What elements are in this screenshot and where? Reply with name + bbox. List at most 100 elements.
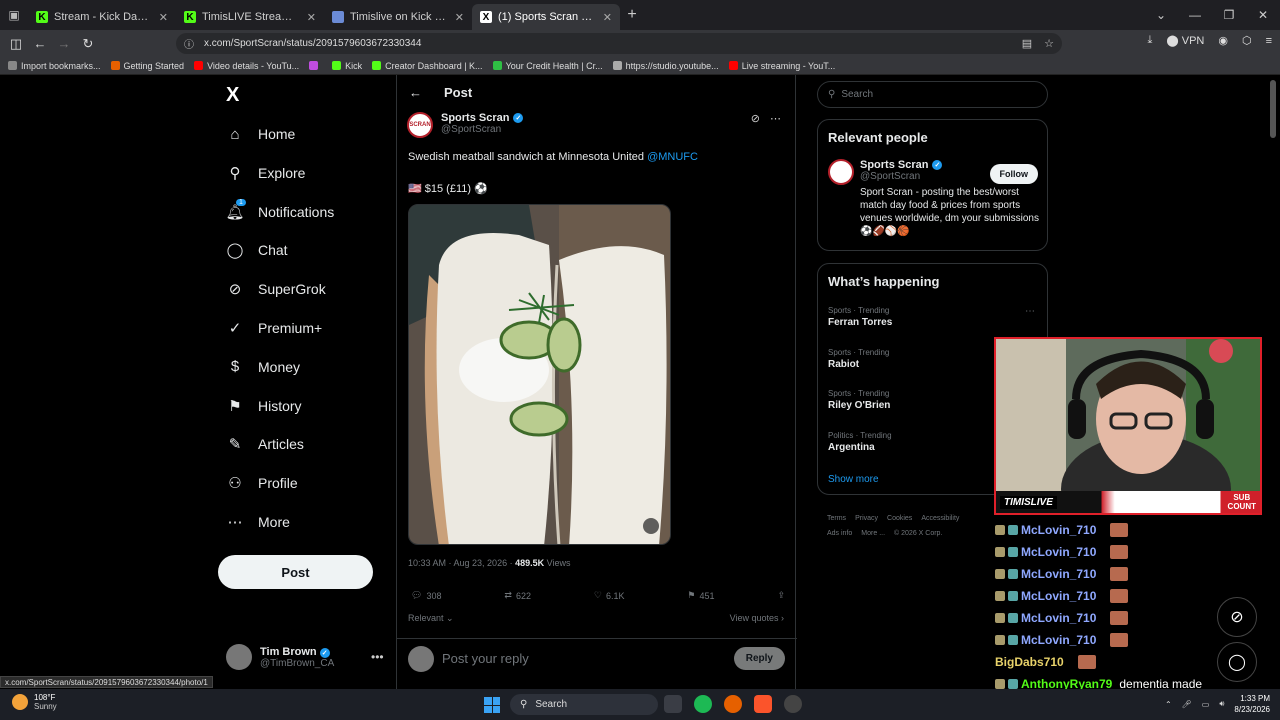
windows-start-icon[interactable] (484, 697, 500, 713)
nav-item-home[interactable]: ⌂ Home (226, 125, 295, 143)
mic-icon[interactable]: 🎤︎ (1182, 700, 1192, 709)
footer-link[interactable]: Accessibility (921, 515, 959, 522)
tray-overflow-icon[interactable]: ⌃ (1165, 700, 1172, 709)
bookmark-item[interactable]: Your Credit Health | Cr... (492, 61, 603, 71)
site-info-icon[interactable]: ⓘ (184, 36, 194, 51)
file-explorer-icon[interactable] (664, 695, 682, 713)
nav-item-chat[interactable]: ◯ Chat (226, 241, 288, 259)
footer-link[interactable]: Cookies (887, 515, 912, 522)
account-more-icon[interactable]: ••• (371, 650, 384, 664)
view-quotes-link[interactable]: View quotes › (730, 613, 784, 624)
footer-link[interactable]: Privacy (855, 515, 878, 522)
close-tab-icon[interactable]: ✕ (159, 11, 168, 24)
reader-mode-icon[interactable]: ▤ (1022, 37, 1032, 50)
mention-link[interactable]: @MNUFC (647, 151, 698, 163)
window-menu-icon[interactable]: ▣ (0, 0, 28, 30)
author-name[interactable]: Sports Scran (441, 112, 509, 124)
close-tab-icon[interactable]: ✕ (603, 11, 612, 24)
post-more-icon[interactable]: ⋯ (770, 112, 781, 125)
tab-list-icon[interactable]: ⌄ (1144, 8, 1178, 22)
chat-username[interactable]: McLovin_710 (1021, 523, 1096, 537)
avatar[interactable] (828, 159, 854, 185)
trend-item[interactable]: Sports · Trending Ferran Torres (828, 306, 892, 328)
like-action[interactable]: ♡ 6.1K (594, 590, 625, 601)
sort-dropdown[interactable]: Relevant ⌄ (408, 613, 454, 624)
downloads-icon[interactable]: ⤓ (1147, 34, 1152, 47)
nav-item-premium[interactable]: ✓ Premium+ (226, 319, 322, 337)
forward-button[interactable]: → (52, 36, 76, 51)
app-icon[interactable] (784, 695, 802, 713)
author-avatar[interactable]: SCRAN (407, 112, 433, 138)
post-button[interactable]: Post (218, 555, 373, 589)
chat-username[interactable]: McLovin_710 (1021, 611, 1096, 625)
minimize-button[interactable]: — (1178, 8, 1212, 22)
nav-item-history[interactable]: ⚑ History (226, 397, 301, 415)
nav-item-explore[interactable]: ⚲ Explore (226, 164, 306, 182)
back-arrow-icon[interactable]: ← (409, 85, 422, 100)
taskbar-search[interactable]: ⚲ Search (510, 694, 658, 715)
brave-icon[interactable] (754, 695, 772, 713)
footer-link[interactable]: More ... (861, 530, 885, 537)
trend-item[interactable]: Sports · Trending Rabiot (828, 348, 889, 370)
close-tab-icon[interactable]: ✕ (455, 11, 464, 24)
new-tab-button[interactable]: + (620, 6, 644, 24)
chat-username[interactable]: McLovin_710 (1021, 545, 1096, 559)
extensions-icon[interactable]: ⬡ (1242, 34, 1252, 47)
bookmark-item[interactable]: Live streaming - YouT... (728, 61, 835, 71)
bookmark-star-icon[interactable]: ☆ (1044, 37, 1054, 50)
reply-action[interactable]: 💬︎ 308 (411, 590, 441, 601)
nav-item-articles[interactable]: ✎ Articles (226, 435, 304, 453)
close-window-button[interactable]: ✕ (1246, 8, 1280, 22)
tab-1[interactable]: K TimisLIVE Stream - Watch Live o ✕ (176, 4, 324, 30)
sidebar-toggle-icon[interactable]: ◫ (4, 36, 28, 52)
back-button[interactable]: ← (28, 36, 52, 51)
profile-icon[interactable]: ◉ (1218, 34, 1228, 47)
nav-item-money[interactable]: $ Money (226, 358, 300, 376)
trend-item[interactable]: Politics · Trending Argentina (828, 431, 892, 453)
chat-username[interactable]: BigDabs710 (995, 655, 1064, 669)
bookmark-item[interactable]: https://studio.youtube... (612, 61, 719, 71)
firefox-icon[interactable] (724, 695, 742, 713)
post-timestamp[interactable]: 10:33 AM · Aug 23, 2026 · (408, 558, 515, 568)
trend-item[interactable]: Sports · Trending Riley O'Brien (828, 389, 890, 411)
vpn-button[interactable]: ⬤ VPN (1166, 34, 1204, 47)
url-bar[interactable]: ⓘ x.com/SportScran/status/20915796036723… (176, 33, 1062, 54)
account-switcher[interactable]: Tim Brown ✓ @TimBrown_CA ••• (226, 644, 384, 670)
post-author[interactable]: SCRAN Sports Scran ✓ @SportScran (407, 112, 524, 138)
search-input[interactable]: ⚲ Search (817, 81, 1048, 108)
reply-input[interactable]: Post your reply (442, 651, 726, 666)
restore-button[interactable]: ❐ (1212, 8, 1246, 22)
bookmark-item[interactable] (309, 61, 322, 70)
clock[interactable]: 1:33 PM 8/23/2026 (1234, 693, 1270, 715)
footer-link[interactable]: Ads info (827, 530, 852, 537)
bookmark-item[interactable]: Creator Dashboard | K... (372, 61, 483, 71)
chat-username[interactable]: McLovin_710 (1021, 589, 1096, 603)
x-logo[interactable]: X (226, 84, 239, 107)
nav-item-profile[interactable]: ⚇ Profile (226, 474, 297, 492)
footer-link[interactable]: Terms (827, 515, 846, 522)
reply-button[interactable]: Reply (733, 647, 785, 670)
scrollbar[interactable] (1270, 80, 1276, 138)
network-icon[interactable]: ▭ (1202, 700, 1210, 709)
chat-username[interactable]: McLovin_710 (1021, 567, 1096, 581)
tab-0[interactable]: K Stream - Kick Dashboard ✕ (28, 4, 176, 30)
trend-more-icon[interactable]: ⋯ (1025, 306, 1035, 317)
post-image[interactable] (408, 204, 671, 545)
tab-2[interactable]: Timislive on Kick — Engagemen ✕ (324, 4, 472, 30)
close-tab-icon[interactable]: ✕ (307, 11, 316, 24)
show-more-link[interactable]: Show more (828, 474, 879, 485)
repost-action[interactable]: ⇄ 622 (504, 590, 531, 601)
bookmark-action[interactable]: ⚑ 451 (687, 590, 714, 601)
bookmark-item[interactable]: Import bookmarks... (8, 61, 101, 71)
nav-item-notifications[interactable]: 🔔︎ Notifications 1 (225, 198, 334, 221)
volume-icon[interactable]: 🔊︎ (1219, 699, 1224, 709)
chat-username[interactable]: McLovin_710 (1021, 633, 1096, 647)
rp-name[interactable]: Sports Scran (860, 159, 928, 171)
follow-button[interactable]: Follow (989, 164, 1038, 184)
footer-link[interactable]: © 2026 X Corp. (894, 530, 942, 537)
nav-item-supergrok[interactable]: ⊘ SuperGrok (226, 280, 326, 298)
bookmark-item[interactable]: Getting Started (110, 61, 184, 71)
weather-widget[interactable]: 108°F Sunny (12, 693, 57, 711)
messages-float-button[interactable]: ◯ (1217, 642, 1257, 682)
tab-3[interactable]: X (1) Sports Scran on X: "Swedish ✕ (472, 4, 620, 30)
